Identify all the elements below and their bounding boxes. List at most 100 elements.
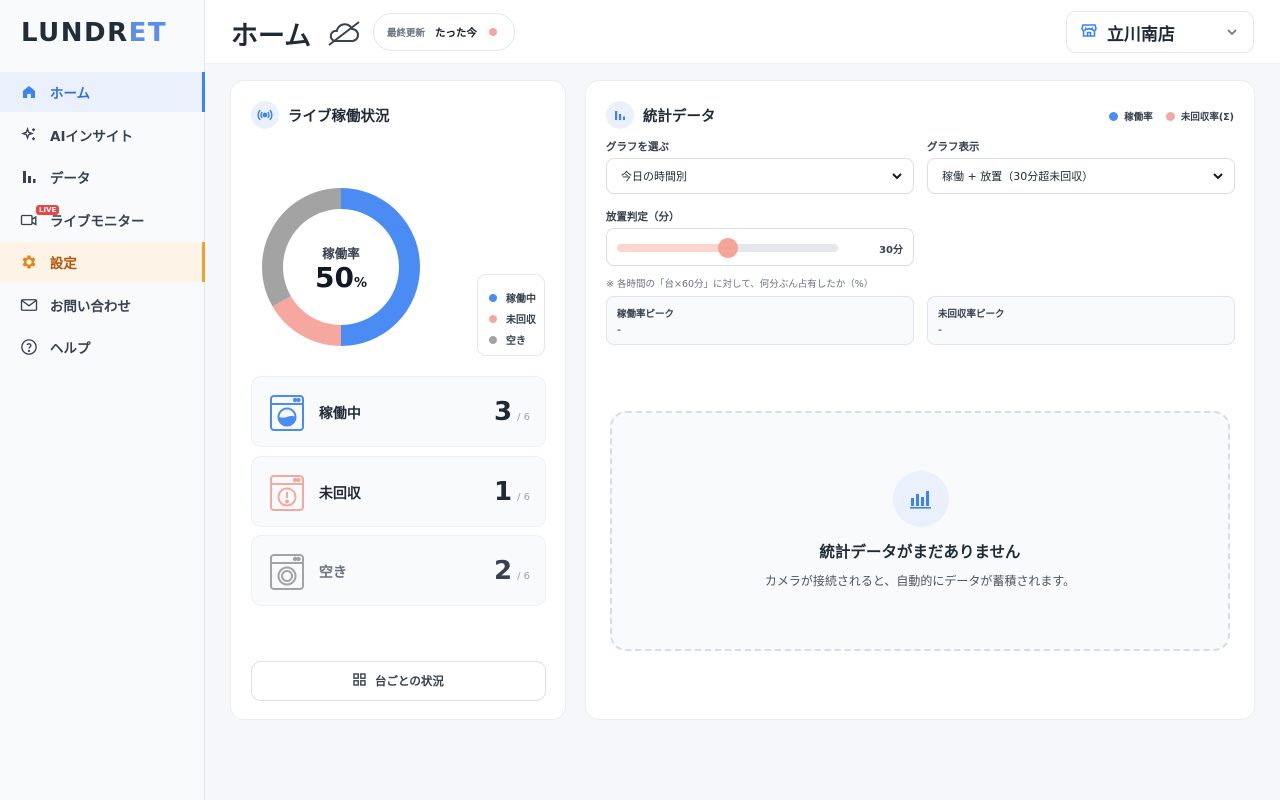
legend-dot xyxy=(1109,111,1119,121)
grid-icon xyxy=(353,673,366,689)
legend-dot xyxy=(489,293,497,302)
tile-count-total: / 6 xyxy=(517,492,530,503)
tile-count: 1 / 6 xyxy=(494,477,530,507)
status-tile-running[interactable]: 稼働中 3 / 6 xyxy=(251,376,546,447)
status-tile-uncollected[interactable]: 未回収 1 / 6 xyxy=(251,456,546,527)
sidebar-item-data[interactable]: データ xyxy=(0,157,205,197)
legend-label: 稼働率 xyxy=(1124,112,1153,123)
logo[interactable]: LUNDRET xyxy=(21,18,167,48)
sidebar-item-label: お問い合わせ xyxy=(50,298,131,315)
mail-icon xyxy=(20,296,38,314)
legend-dot xyxy=(489,335,497,344)
legend-item-idle: 空き xyxy=(489,329,544,350)
sidebar-item-help[interactable]: ヘルプ xyxy=(0,327,205,367)
sidebar-item-label: データ xyxy=(50,171,91,187)
graph-display-select[interactable]: 稼働 + 放置（30分超未回収） xyxy=(927,158,1235,194)
graph-select-label: グラフを選ぶ xyxy=(606,141,669,153)
threshold-slider-box: 30分 xyxy=(606,228,914,266)
tile-count-total: / 6 xyxy=(517,412,530,423)
peak-utilization-value: - xyxy=(617,323,621,336)
tile-count: 2 / 6 xyxy=(494,556,530,586)
legend-label: 稼働中 xyxy=(506,294,536,305)
legend-dot xyxy=(1165,111,1175,121)
donut-label: 稼働率 xyxy=(322,246,360,261)
sparkle-icon xyxy=(20,126,38,144)
sidebar-item-label: ホーム xyxy=(50,86,91,102)
statistics-empty-state: 統計データがまだありません カメラが接続されると、自動的にデータが蓄積されます。 xyxy=(610,411,1230,651)
threshold-value: 30分 xyxy=(879,245,903,256)
tile-label: 空き xyxy=(319,565,347,581)
graph-select-value: 今日の時間別 xyxy=(621,170,687,183)
broadcast-icon xyxy=(251,101,279,129)
graph-display-label: グラフ表示 xyxy=(927,141,980,153)
threshold-slider-thumb[interactable] xyxy=(717,238,738,258)
sidebar-item-label: ライブモニター xyxy=(50,213,145,230)
tile-count-value: 2 xyxy=(493,556,513,586)
store-icon xyxy=(1081,22,1097,42)
live-status-title: ライブ稼働状況 xyxy=(288,108,390,125)
cloud-off-icon xyxy=(326,19,362,51)
washer-alert-icon xyxy=(269,474,305,516)
statistics-header: 統計データ xyxy=(606,101,716,129)
legend-item-uncollected: 未回収 xyxy=(489,308,544,329)
donut-value: 50 xyxy=(315,261,354,294)
bar-chart-icon xyxy=(20,168,38,186)
tile-count-value: 1 xyxy=(493,477,513,507)
empty-state-subtitle: カメラが接続されると、自動的にデータが蓄積されます。 xyxy=(764,574,1076,588)
threshold-hint: ※ 各時間の「台×60分」に対して、何分ぶん占有したか（%） xyxy=(606,279,874,290)
tile-count: 3 / 6 xyxy=(494,397,530,427)
sidebar: LUNDRET ホーム AIインサイト データ LIVE ライブモニター 設定 … xyxy=(0,0,205,800)
tile-count-value: 3 xyxy=(493,397,513,427)
last-updated-value: たった今 xyxy=(435,26,478,39)
donut-slice-1 xyxy=(272,295,342,346)
donut-legend: 稼働中 未回収 空き xyxy=(477,274,545,356)
threshold-slider-track[interactable] xyxy=(617,238,838,258)
status-tile-idle[interactable]: 空き 2 / 6 xyxy=(251,535,546,606)
sidebar-item-label: AIインサイト xyxy=(50,128,133,145)
empty-state-title: 統計データがまだありません xyxy=(819,543,1021,561)
tile-label: 稼働中 xyxy=(319,406,361,422)
legend-label: 未回収 xyxy=(506,315,536,326)
donut-value-wrap: 50% xyxy=(281,262,401,300)
machine-status-button[interactable]: 台ごとの状況 xyxy=(251,661,546,701)
graph-select[interactable]: 今日の時間別 xyxy=(606,158,914,194)
graph-display-value: 稼働 + 放置（30分超未回収） xyxy=(942,170,1094,183)
home-icon xyxy=(20,83,38,101)
statistics-card: 統計データ 稼働率 未回収率(Σ) グラフを選ぶ 今日の時間別 グラフ表示 稼働… xyxy=(585,80,1255,720)
legend-label: 空き xyxy=(506,336,526,347)
sidebar-item-home[interactable]: ホーム xyxy=(0,72,205,112)
top-header: ホーム 最終更新 たった今 立川南店 xyxy=(205,0,1280,64)
bar-chart-icon xyxy=(893,471,949,527)
washer-running-icon xyxy=(269,394,305,436)
store-selector[interactable]: 立川南店 xyxy=(1066,11,1254,53)
last-updated-label: 最終更新 xyxy=(387,28,426,39)
chevron-down-icon xyxy=(1225,25,1239,43)
legend-item-uncollected-rate: 未回収率(Σ) xyxy=(1165,109,1234,123)
sidebar-item-live-monitor[interactable]: LIVE ライブモニター xyxy=(0,200,205,240)
live-status-card: ライブ稼働状況 稼働率 50% 稼働中 未回収 空き 稼働中 3 / 6 未回収 … xyxy=(230,80,566,720)
peak-utilization-box: 稼働率ピーク - xyxy=(606,296,914,345)
legend-item-running: 稼働中 xyxy=(489,287,544,308)
sidebar-item-label: 設定 xyxy=(50,256,77,272)
threshold-slider-fill xyxy=(617,244,728,252)
sidebar-item-ai-insight[interactable]: AIインサイト xyxy=(0,115,205,155)
sidebar-nav: ホーム AIインサイト データ LIVE ライブモニター 設定 お問い合わせ ヘ… xyxy=(0,72,205,370)
donut-unit: % xyxy=(353,276,367,291)
tile-label: 未回収 xyxy=(319,486,361,502)
sidebar-item-settings[interactable]: 設定 xyxy=(0,242,205,282)
tile-count-total: / 6 xyxy=(517,571,530,582)
threshold-label: 放置判定（分） xyxy=(606,211,680,223)
legend-label: 未回収率(Σ) xyxy=(1180,112,1234,123)
live-badge: LIVE xyxy=(36,204,60,215)
peak-uncollected-value: - xyxy=(938,323,942,336)
connection-status-dot xyxy=(489,28,497,36)
peak-uncollected-label: 未回収率ピーク xyxy=(938,309,1005,320)
legend-dot xyxy=(489,314,497,323)
statistics-legend: 稼働率 未回収率(Σ) xyxy=(1096,109,1234,123)
statistics-title: 統計データ xyxy=(643,108,716,125)
chevron-down-icon xyxy=(1212,170,1224,185)
sidebar-item-contact[interactable]: お問い合わせ xyxy=(0,285,205,325)
peak-utilization-label: 稼働率ピーク xyxy=(617,309,675,320)
sidebar-item-label: ヘルプ xyxy=(50,341,91,357)
live-status-header: ライブ稼働状況 xyxy=(251,101,390,129)
